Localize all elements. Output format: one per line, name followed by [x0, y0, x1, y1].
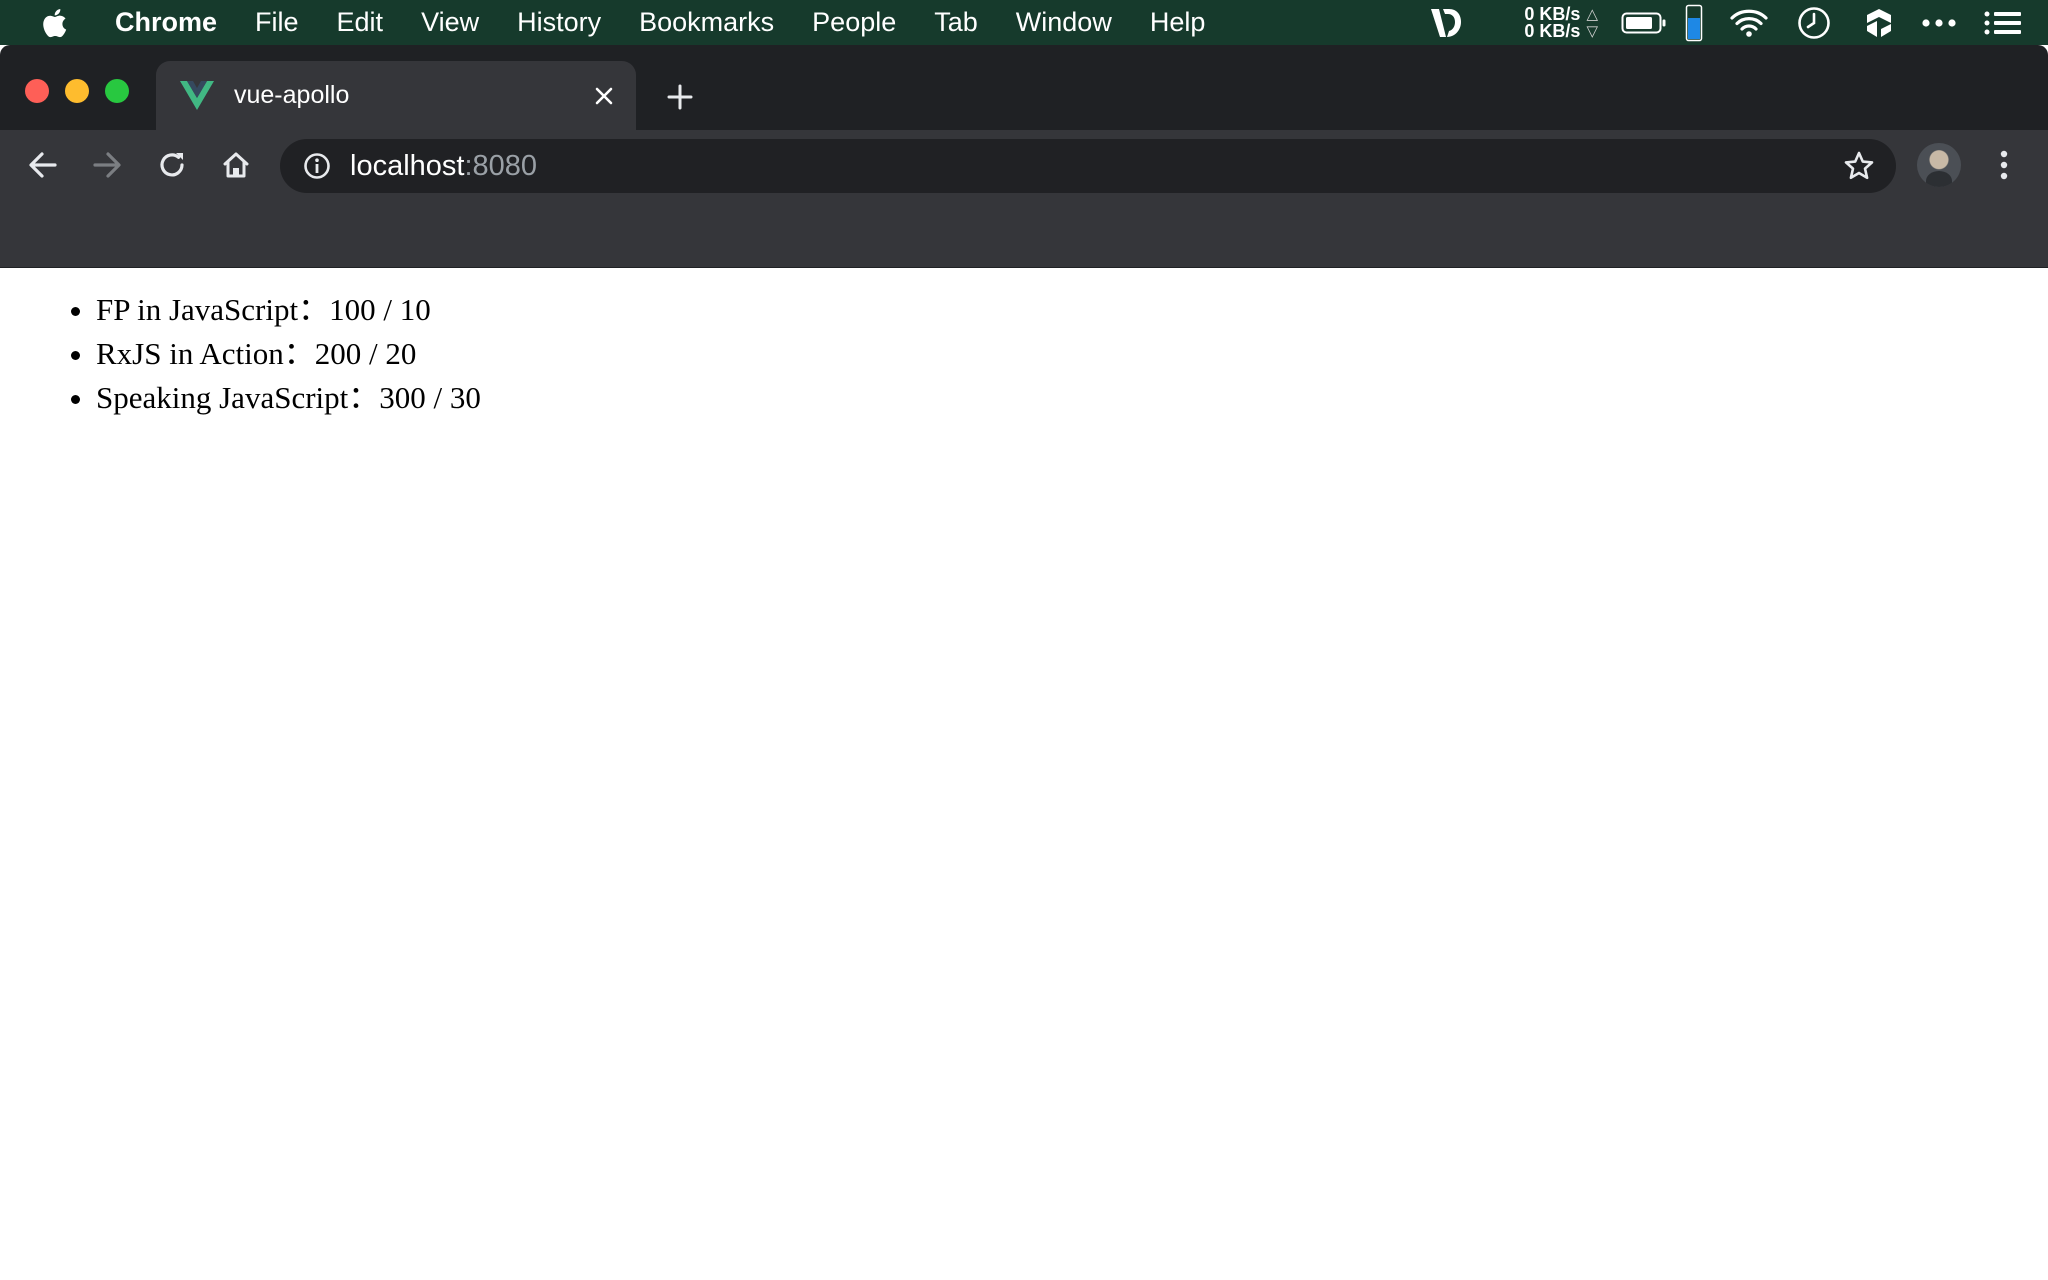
tab-vue-apollo[interactable]: vue-apollo: [156, 61, 636, 130]
vectorize-icon[interactable]: [1426, 0, 1466, 45]
menu-view[interactable]: View: [402, 0, 498, 45]
net-upload-speed: 0 KB/s: [1524, 3, 1581, 24]
url-host: localhost: [350, 149, 465, 182]
url-port: :8080: [464, 149, 538, 182]
menu-app-chrome[interactable]: Chrome: [96, 0, 236, 45]
macos-menu-bar: Chrome File Edit View History Bookmarks …: [0, 0, 2048, 45]
tab-strip: vue-apollo: [0, 45, 2048, 130]
list-item: Speaking JavaScript：300 / 30: [96, 376, 481, 420]
menu-tab[interactable]: Tab: [915, 0, 997, 45]
cube-icon[interactable]: [1864, 0, 1894, 45]
home-icon[interactable]: [214, 143, 258, 187]
url-text[interactable]: localhost:8080: [350, 150, 537, 183]
menu-bookmarks[interactable]: Bookmarks: [620, 0, 793, 45]
bookmark-star-icon[interactable]: [1842, 149, 1876, 183]
window-close-button[interactable]: [25, 79, 49, 103]
list-item: RxJS in Action：200 / 20: [96, 332, 481, 376]
browser-window: vue-apollo localhost:8080 • FP in JavaSc…: [0, 45, 2048, 1280]
list-icon[interactable]: [1984, 0, 2022, 45]
kebab-menu-icon[interactable]: [1982, 143, 2026, 187]
clock-icon[interactable]: [1796, 0, 1832, 45]
phone-battery-icon[interactable]: [1684, 0, 1704, 45]
wifi-icon[interactable]: [1728, 0, 1770, 45]
page-content: FP in JavaScript：100 / 10 RxJS in Action…: [0, 268, 2048, 1280]
browser-toolbar: localhost:8080: [0, 130, 2048, 201]
network-speed-icon: △ ▽: [1586, 5, 1598, 40]
address-bar[interactable]: localhost:8080: [280, 139, 1896, 193]
reload-icon[interactable]: [150, 143, 194, 187]
menu-help[interactable]: Help: [1131, 0, 1225, 45]
apple-icon[interactable]: [40, 7, 68, 39]
plus-icon: [667, 84, 693, 110]
menu-edit[interactable]: Edit: [318, 0, 403, 45]
list-item: FP in JavaScript：100 / 10: [96, 288, 481, 332]
profile-avatar[interactable]: [1917, 143, 1961, 187]
new-tab-button[interactable]: [660, 77, 700, 117]
net-download-speed: 0 KB/s: [1524, 20, 1581, 41]
window-minimize-button[interactable]: [65, 79, 89, 103]
menu-bar-status-area: 0 KB/s 0 KB/s △ ▽: [1426, 0, 2048, 45]
menu-window[interactable]: Window: [997, 0, 1131, 45]
battery-icon[interactable]: [1620, 0, 1668, 45]
site-info-icon[interactable]: [302, 151, 332, 181]
more-icon[interactable]: [1922, 0, 1956, 45]
menu-history[interactable]: History: [498, 0, 620, 45]
tab-close-icon[interactable]: [584, 76, 624, 116]
menu-people[interactable]: People: [793, 0, 915, 45]
menu-file[interactable]: File: [236, 0, 318, 45]
forward-arrow-icon[interactable]: [85, 143, 129, 187]
tab-title: vue-apollo: [234, 81, 350, 109]
book-list: FP in JavaScript：100 / 10 RxJS in Action…: [96, 288, 481, 420]
window-zoom-button[interactable]: [105, 79, 129, 103]
vue-logo-icon: [180, 81, 214, 111]
network-speed-readout[interactable]: 0 KB/s 0 KB/s: [1524, 3, 1581, 41]
bookmarks-bar: [0, 201, 2048, 268]
back-arrow-icon[interactable]: [21, 143, 65, 187]
